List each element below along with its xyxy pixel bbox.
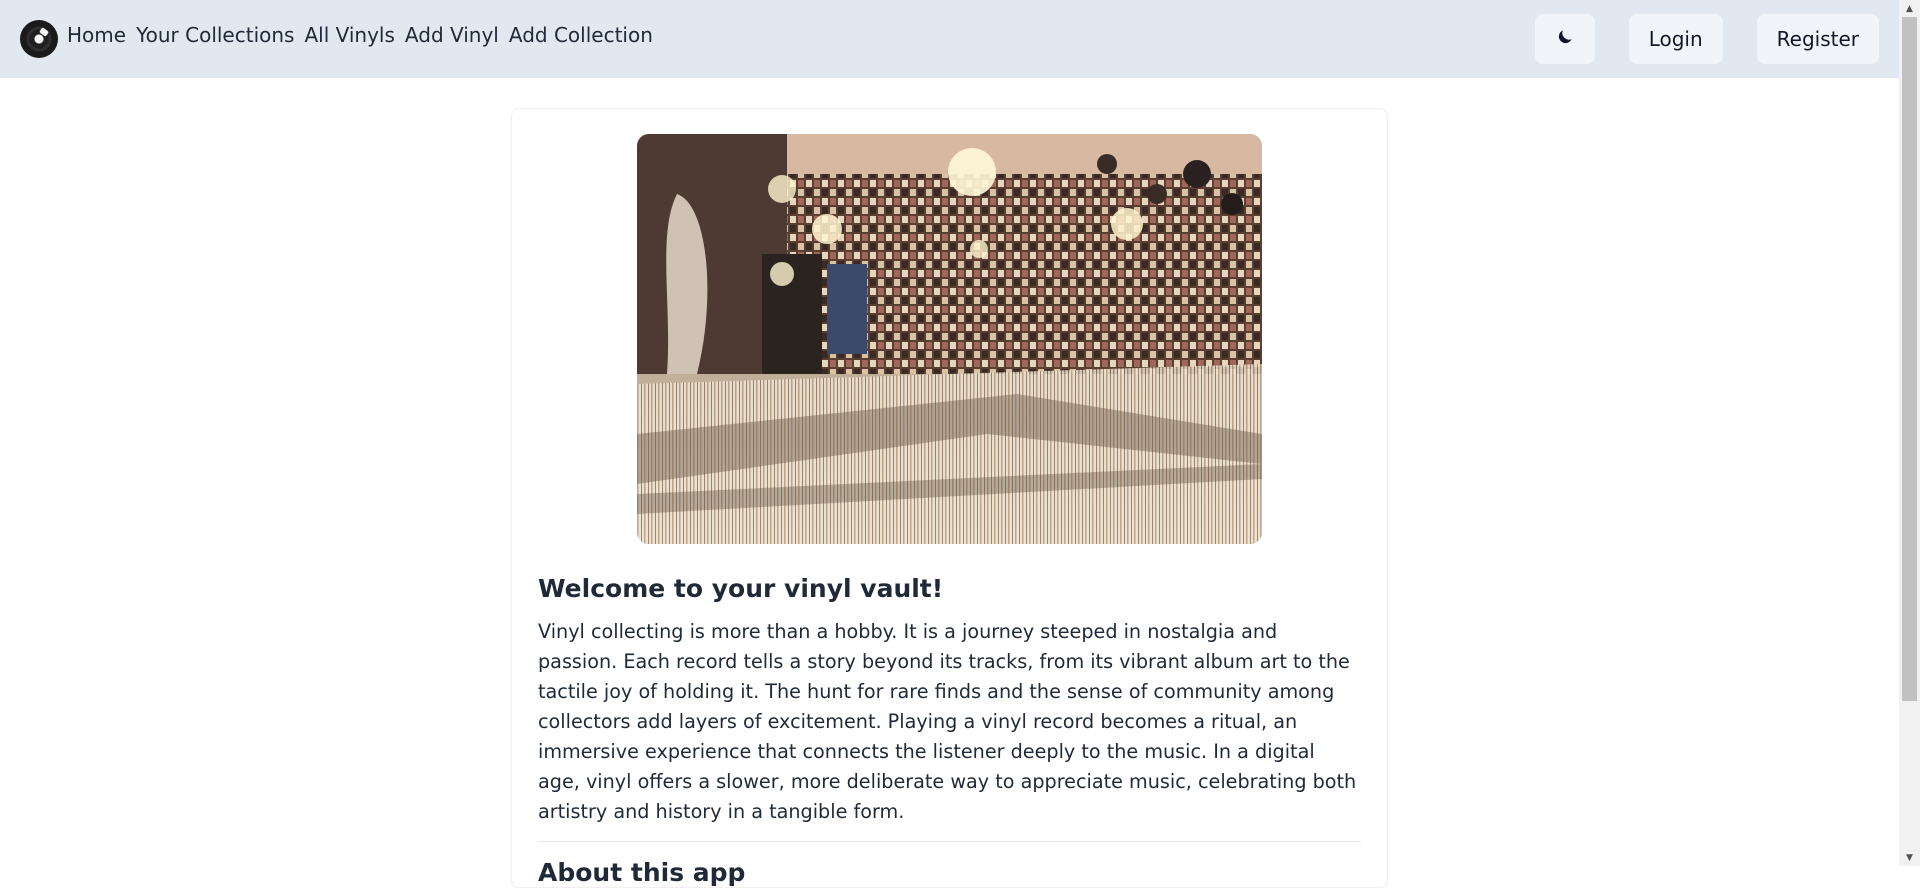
nav-link-add-collection[interactable]: Add Collection: [509, 23, 653, 47]
scrollbar-thumb[interactable]: [1902, 17, 1917, 701]
top-navbar: Home Your Collections All Vinyls Add Vin…: [0, 0, 1899, 78]
nav-actions: Login Register: [1534, 14, 1879, 64]
theme-toggle-button[interactable]: [1534, 14, 1595, 64]
section-divider: [538, 841, 1361, 842]
nav-link-home[interactable]: Home: [67, 23, 126, 47]
register-button[interactable]: Register: [1756, 14, 1879, 64]
welcome-paragraph: Vinyl collecting is more than a hobby. I…: [538, 620, 1357, 823]
login-button[interactable]: Login: [1628, 14, 1723, 64]
scroll-up-arrow-icon[interactable]: ▲: [1899, 0, 1920, 17]
welcome-card: Welcome to your vinyl vault! Vinyl colle…: [511, 108, 1388, 888]
page-scrollbar[interactable]: ▲ ▼: [1899, 0, 1920, 866]
welcome-title: Welcome to your vinyl vault!: [538, 574, 944, 603]
moon-icon: [1555, 27, 1575, 52]
record-store-image: [637, 134, 1262, 544]
vinyl-record-icon[interactable]: [20, 20, 58, 58]
nav-link-your-collections[interactable]: Your Collections: [136, 23, 294, 47]
scroll-down-arrow-icon[interactable]: ▼: [1899, 849, 1920, 866]
nav-link-add-vinyl[interactable]: Add Vinyl: [405, 23, 499, 47]
hero-image-container: [538, 134, 1361, 544]
nav-link-all-vinyls[interactable]: All Vinyls: [304, 23, 394, 47]
about-title: About this app: [538, 858, 746, 887]
nav-links: Home Your Collections All Vinyls Add Vin…: [67, 23, 653, 47]
